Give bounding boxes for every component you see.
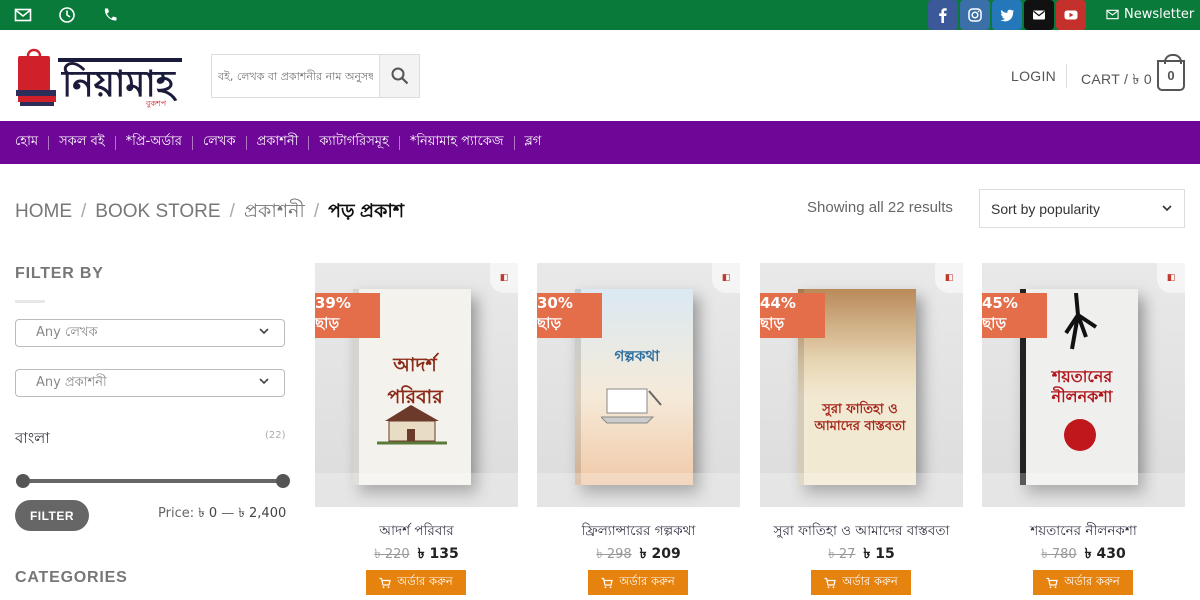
discount-badge: 45% ছাড় bbox=[982, 293, 1047, 338]
order-button[interactable]: অর্ডার করুন bbox=[811, 570, 911, 595]
nav-separator bbox=[398, 135, 400, 150]
breadcrumb-separator: / bbox=[313, 201, 320, 222]
product-price: ৳ 298 ৳ 209 bbox=[596, 546, 681, 562]
instagram-icon[interactable] bbox=[960, 0, 990, 30]
sort-select[interactable]: Sort by popularity bbox=[979, 189, 1185, 228]
nav-item-authors[interactable]: লেখক bbox=[203, 132, 236, 153]
mail-icon[interactable] bbox=[14, 6, 32, 24]
price-slider-min-handle[interactable] bbox=[16, 474, 30, 488]
breadcrumb-home[interactable]: HOME bbox=[15, 201, 72, 222]
discount-badge: 39% ছাড় bbox=[315, 293, 380, 338]
publisher-select-value: Any প্রকাশনী bbox=[36, 374, 107, 390]
product-title[interactable]: সুরা ফাতিহা ও আমাদের বাস্তবতা bbox=[760, 520, 963, 543]
youtube-icon[interactable] bbox=[1056, 0, 1086, 30]
cart-icon bbox=[601, 577, 613, 588]
language-count: (22) bbox=[265, 430, 286, 441]
filter-button[interactable]: FILTER bbox=[15, 500, 89, 531]
header-divider bbox=[1066, 64, 1067, 88]
product-image[interactable]: আদর্শ পরিবার 39% ছাড় ◧ bbox=[315, 263, 518, 507]
nav-separator bbox=[191, 135, 193, 150]
cart-icon bbox=[1046, 577, 1058, 588]
nav-separator bbox=[308, 135, 310, 150]
search-icon bbox=[391, 67, 408, 85]
nav-item-blog[interactable]: ব্লগ bbox=[525, 132, 542, 153]
order-button[interactable]: অর্ডার করুন bbox=[1033, 570, 1133, 595]
chevron-down-icon bbox=[258, 325, 270, 341]
sort-selected-value: Sort by popularity bbox=[991, 200, 1100, 217]
facebook-icon[interactable] bbox=[928, 0, 958, 30]
product-price: ৳ 27 ৳ 15 bbox=[828, 546, 895, 562]
nav-item-preorder[interactable]: *প্রি-অর্ডার bbox=[126, 132, 182, 153]
language-filter-link[interactable]: বাংলা bbox=[15, 427, 50, 452]
product-image[interactable]: গল্পকথা 30% ছাড় ◧ bbox=[537, 263, 740, 507]
search-box bbox=[211, 54, 420, 98]
cart-link[interactable]: CART / ৳ 0 bbox=[1081, 68, 1152, 92]
publisher-filter-select[interactable]: Any প্রকাশনী bbox=[15, 369, 285, 397]
login-link[interactable]: LOGIN bbox=[1011, 68, 1056, 84]
breadcrumb: HOME / BOOK STORE / প্রকাশনী / পড় প্রকাশ bbox=[15, 197, 404, 229]
newsletter-link[interactable]: Newsletter bbox=[1106, 7, 1194, 22]
cart-icon bbox=[824, 577, 836, 588]
site-logo[interactable]: নিয়ামাহ বুকশপ bbox=[14, 44, 184, 108]
twitter-icon[interactable] bbox=[992, 0, 1022, 30]
filter-by-heading: FILTER BY bbox=[15, 265, 104, 282]
email-icon[interactable] bbox=[1024, 0, 1054, 30]
author-filter-select[interactable]: Any লেখক bbox=[15, 319, 285, 347]
nav-separator bbox=[245, 135, 247, 150]
order-button[interactable]: অর্ডার করুন bbox=[588, 570, 688, 595]
breadcrumb-book-store[interactable]: BOOK STORE bbox=[95, 201, 220, 222]
wishlist-icon[interactable]: ◧ bbox=[712, 263, 740, 293]
discount-badge: 44% ছাড় bbox=[760, 293, 825, 338]
nav-item-all-books[interactable]: সকল বই bbox=[59, 132, 105, 153]
clock-icon[interactable] bbox=[58, 6, 76, 24]
results-count: Showing all 22 results bbox=[807, 199, 953, 216]
product-image[interactable]: শয়তানের নীলনকশা 45% ছাড় ◧ bbox=[982, 263, 1185, 507]
quick-view-overlay[interactable] bbox=[982, 473, 1185, 507]
cart-count-badge[interactable]: 0 bbox=[1157, 54, 1185, 91]
nav-item-categories[interactable]: ক্যাটাগরিসমূহ bbox=[319, 132, 389, 153]
order-button[interactable]: অর্ডার করুন bbox=[366, 570, 466, 595]
product-price: ৳ 780 ৳ 430 bbox=[1041, 546, 1126, 562]
price-range-label: Price: ৳ 0 — ৳ 2,400 bbox=[158, 506, 287, 521]
envelope-icon bbox=[1106, 9, 1119, 20]
breadcrumb-publisher[interactable]: প্রকাশনী bbox=[244, 201, 305, 222]
price-slider-track[interactable] bbox=[22, 479, 284, 483]
product-title[interactable]: শয়তানের নীলনকশা bbox=[982, 520, 1185, 543]
quick-view-overlay[interactable] bbox=[315, 473, 518, 507]
author-select-value: Any লেখক bbox=[36, 324, 98, 340]
search-button[interactable] bbox=[379, 55, 419, 97]
wishlist-icon[interactable]: ◧ bbox=[935, 263, 963, 293]
nav-item-package[interactable]: *নিয়ামাহ প্যাকেজ bbox=[410, 132, 504, 153]
phone-icon[interactable] bbox=[101, 6, 119, 24]
categories-heading: CATEGORIES bbox=[15, 569, 128, 586]
wishlist-icon[interactable]: ◧ bbox=[490, 263, 518, 293]
product-title[interactable]: ফ্রিল্যান্সারের গল্পকথা bbox=[537, 520, 740, 543]
breadcrumb-separator: / bbox=[81, 201, 87, 222]
top-bar: Newsletter bbox=[0, 0, 1200, 30]
main-nav: হোম সকল বই *প্রি-অর্ডার লেখক প্রকাশনী ক্… bbox=[0, 121, 1200, 164]
product-price: ৳ 220 ৳ 135 bbox=[374, 546, 459, 562]
nav-separator bbox=[114, 135, 116, 150]
product-image[interactable]: সুরা ফাতিহা ও আমাদের বাস্তবতা 44% ছাড় ◧ bbox=[760, 263, 963, 507]
cart-icon bbox=[379, 577, 391, 588]
nav-item-publishers[interactable]: প্রকাশনী bbox=[257, 132, 299, 153]
breadcrumb-separator: / bbox=[229, 201, 235, 222]
price-slider-max-handle[interactable] bbox=[276, 474, 290, 488]
wishlist-icon[interactable]: ◧ bbox=[1157, 263, 1185, 293]
nav-separator bbox=[48, 135, 50, 150]
quick-view-overlay[interactable] bbox=[537, 473, 740, 507]
nav-item-home[interactable]: হোম bbox=[15, 132, 38, 153]
breadcrumb-current: পড় প্রকাশ bbox=[328, 201, 405, 222]
nav-separator bbox=[513, 135, 515, 150]
heading-underline bbox=[15, 300, 45, 303]
chevron-down-icon bbox=[258, 375, 270, 391]
product-title[interactable]: আদর্শ পরিবার bbox=[315, 520, 518, 543]
quick-view-overlay[interactable] bbox=[760, 473, 963, 507]
search-input[interactable] bbox=[212, 55, 379, 97]
discount-badge: 30% ছাড় bbox=[537, 293, 602, 338]
svg-text:বুকশপ: বুকশপ bbox=[145, 99, 167, 108]
chevron-down-icon bbox=[1161, 201, 1173, 217]
